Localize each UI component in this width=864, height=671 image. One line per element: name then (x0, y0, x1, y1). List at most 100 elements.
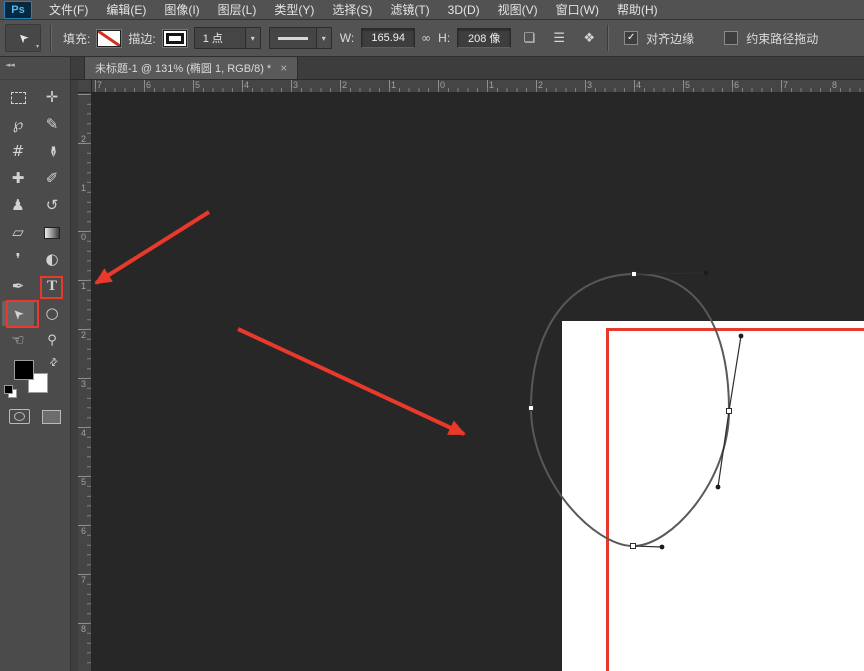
ruler-number: 5 (81, 477, 87, 487)
stroke-swatch[interactable] (161, 28, 188, 48)
foreground-color-swatch[interactable] (14, 360, 34, 380)
eraser-tool[interactable]: ▱ (2, 220, 34, 245)
crop-tool[interactable]: # (2, 139, 34, 164)
dodge-tool[interactable]: ◐ (36, 247, 68, 272)
menu-filter[interactable]: 滤镜(T) (381, 0, 438, 20)
ruler-number: 2 (81, 134, 87, 144)
ellipse-icon: ○ (45, 304, 59, 322)
color-swatches: ⇄ (4, 356, 64, 399)
menu-3d[interactable]: 3D(D) (439, 0, 489, 20)
eyedropper-tool[interactable]: ✒ (36, 139, 68, 164)
ruler-number: 6 (146, 80, 152, 90)
vertical-ruler[interactable]: 2 1 0 1 2 3 4 5 6 7 8 (78, 93, 92, 671)
tool-preset-picker[interactable]: ➤ ▾ (5, 24, 41, 52)
path-arrange-button[interactable]: ❖ (577, 27, 601, 49)
swap-colors-icon[interactable]: ⇄ (47, 356, 61, 370)
document-tab-bar: 未标题-1 @ 131% (椭圆 1, RGB/8) * × (70, 56, 864, 80)
quick-mask-button[interactable] (9, 409, 30, 424)
brush-tool[interactable]: ✐ (36, 166, 68, 191)
hand-icon: ☜ (11, 331, 25, 349)
width-input[interactable]: 165.94 (361, 28, 416, 48)
crop-icon: # (11, 142, 25, 160)
separator (607, 25, 610, 51)
zoom-tool[interactable]: ⚲ (36, 328, 68, 353)
ruler-number: 1 (81, 183, 87, 193)
ruler-number: 8 (81, 624, 87, 634)
align-edges-checkbox[interactable]: ✓ (624, 31, 639, 45)
ruler-number: 0 (81, 232, 87, 242)
constrain-path-drag-checkbox[interactable] (724, 31, 739, 45)
menu-type[interactable]: 类型(Y) (265, 0, 323, 20)
gradient-icon (44, 226, 60, 239)
ruler-number: 5 (685, 80, 691, 90)
eyedropper-icon: ✒ (43, 145, 62, 158)
ruler-number: 0 (440, 80, 446, 90)
height-label: H: (438, 31, 451, 45)
lasso-tool[interactable]: ℘ (2, 112, 34, 137)
move-tool[interactable]: ✛ (36, 85, 68, 110)
quick-selection-icon: ✎ (45, 115, 59, 133)
gradient-tool[interactable] (36, 220, 68, 245)
height-input[interactable]: 208 像 (457, 28, 512, 48)
path-selection-icon: ➤ (14, 29, 32, 47)
fill-swatch[interactable] (96, 28, 123, 48)
menu-view[interactable]: 视图(V) (489, 0, 547, 20)
ruler-number: 4 (244, 80, 250, 90)
ruler-number: 3 (81, 379, 87, 389)
document-tab[interactable]: 未标题-1 @ 131% (椭圆 1, RGB/8) * × (84, 56, 299, 79)
toolbar-extras (9, 409, 61, 424)
caret-down-icon: ▾ (244, 28, 260, 48)
screen-mode-button[interactable] (42, 409, 61, 424)
pen-icon: ✒ (11, 277, 25, 295)
stroke-type-select[interactable]: ▾ (268, 27, 332, 49)
pen-tool[interactable]: ✒ (2, 274, 34, 299)
photoshop-window: Ps 文件(F) 编辑(E) 图像(I) 图层(L) 类型(Y) 选择(S) 滤… (0, 0, 864, 671)
hand-tool[interactable]: ☜ (2, 328, 34, 353)
rectangular-marquee-tool[interactable] (2, 85, 34, 110)
path-operations-button[interactable]: ❏ (517, 27, 541, 49)
stroke-type-sample-icon (277, 36, 308, 40)
spot-healing-brush-tool[interactable]: ✚ (2, 166, 34, 191)
stroke-width-select[interactable]: 1 点 ▾ (193, 27, 261, 49)
stroke-swatch-inner (165, 32, 184, 44)
ruler-number: 1 (81, 281, 87, 291)
zoom-icon: ⚲ (47, 333, 57, 348)
menu-file[interactable]: 文件(F) (40, 0, 97, 20)
history-brush-tool[interactable]: ↺ (36, 193, 68, 218)
quick-selection-tool[interactable]: ✎ (36, 112, 68, 137)
ellipse-tool[interactable]: ○ (36, 301, 68, 326)
panel-gap (70, 80, 78, 671)
menu-edit[interactable]: 编辑(E) (97, 0, 155, 20)
constrain-path-drag-label: 约束路径拖动 (746, 31, 819, 46)
panel-collapse-button[interactable]: ◄◄ (0, 57, 70, 80)
default-colors-icon[interactable] (4, 385, 17, 398)
menu-bar: Ps 文件(F) 编辑(E) 图像(I) 图层(L) 类型(Y) 选择(S) 滤… (0, 0, 864, 20)
blur-icon: ❜ (15, 250, 21, 268)
menu-help[interactable]: 帮助(H) (608, 0, 667, 20)
ruler-number: 2 (342, 80, 348, 90)
close-icon[interactable]: × (280, 61, 287, 75)
path-alignment-button[interactable]: ☰ (547, 27, 571, 49)
blur-tool[interactable]: ❜ (2, 247, 34, 272)
link-dimensions-icon[interactable]: ∞ (421, 31, 431, 45)
caret-down-icon: ▾ (35, 44, 39, 50)
menu-layer[interactable]: 图层(L) (209, 0, 266, 20)
menu-image[interactable]: 图像(I) (155, 0, 208, 20)
document-tab-title: 未标题-1 @ 131% (椭圆 1, RGB/8) * (95, 62, 272, 75)
move-icon: ✛ (45, 88, 59, 106)
stroke-width-value: 1 点 (202, 33, 223, 45)
clone-stamp-tool[interactable]: ♟ (2, 193, 34, 218)
rectangular-marquee-icon (10, 91, 26, 104)
stroke-label: 描边: (128, 31, 156, 46)
ruler-number: 6 (81, 526, 87, 536)
ruler-minor-ticks (87, 93, 91, 671)
dodge-icon: ◐ (45, 250, 59, 268)
menu-select[interactable]: 选择(S) (323, 0, 381, 20)
canvas-area[interactable] (92, 93, 864, 671)
ruler-number: 1 (489, 80, 495, 90)
annotation-rectangle (606, 328, 864, 671)
history-brush-icon: ↺ (45, 196, 59, 214)
ps-logo-icon: Ps (4, 0, 32, 19)
horizontal-ruler[interactable]: 7 6 5 4 3 2 1 0 1 2 3 4 5 6 7 8 (92, 80, 864, 93)
menu-window[interactable]: 窗口(W) (547, 0, 608, 20)
